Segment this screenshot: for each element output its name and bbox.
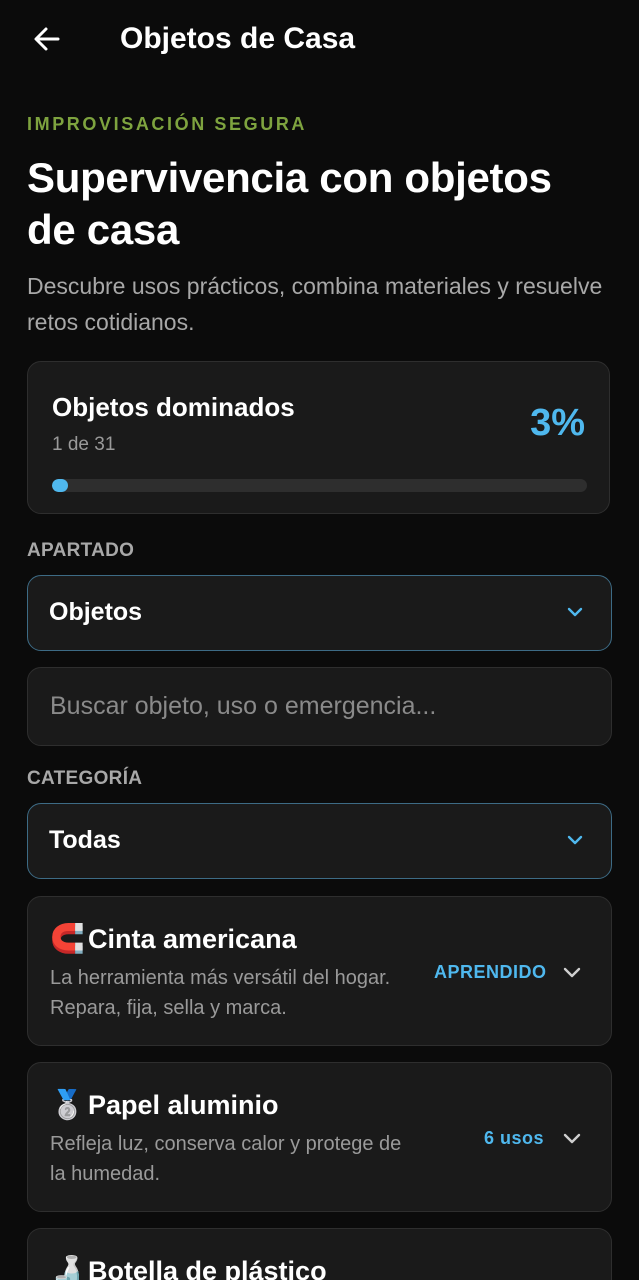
list-item[interactable]: 🥈 Papel aluminio Refleja luz, conserva c… — [27, 1062, 612, 1212]
arrow-left-icon — [34, 27, 60, 51]
uses-badge: 6 usos — [484, 1128, 545, 1148]
section-select-value: Objetos — [49, 598, 143, 626]
back-button[interactable] — [26, 18, 68, 60]
chevron-down-icon[interactable] — [561, 1127, 583, 1149]
chevron-down-icon[interactable] — [561, 961, 583, 983]
silver-medal-icon: 🥈 — [50, 1089, 85, 1120]
category-select-value: Todas — [49, 826, 121, 854]
section-select[interactable]: Objetos — [27, 575, 612, 651]
progress-percent: 3% — [530, 402, 585, 444]
app-screen: Objetos de Casa IMPROVISACIÓN SEGURA Sup… — [0, 0, 639, 1280]
eyebrow-label: IMPROVISACIÓN SEGURA — [27, 114, 308, 134]
category-select[interactable]: Todas — [27, 803, 612, 879]
progress-bar-fill — [52, 479, 69, 492]
bottle-icon: 🍶 — [50, 1255, 85, 1280]
chevron-down-icon — [567, 835, 583, 845]
section-label: APARTADO — [27, 540, 135, 561]
list-item-title: Papel aluminio — [88, 1090, 279, 1120]
list-item[interactable]: 🍶 Botella de plástico — [27, 1228, 612, 1280]
category-label: CATEGORÍA — [27, 768, 143, 789]
status-badge: APRENDIDO — [434, 962, 547, 982]
search-input[interactable] — [50, 668, 590, 745]
progress-bar — [52, 479, 587, 492]
progress-count: 1 de 31 — [52, 434, 116, 455]
list-item-header: 🍶 Botella de plástico — [50, 1255, 327, 1280]
progress-title: Objetos dominados — [52, 392, 295, 422]
top-bar: Objetos de Casa — [0, 0, 639, 80]
list-item-title: Cinta americana — [88, 924, 297, 954]
hero-subtitle: Descubre usos prácticos, combina materia… — [27, 273, 603, 335]
list-item-description: Refleja luz, conserva calor y protege de… — [50, 1133, 402, 1185]
list-item-description: La herramienta más versátil del hogar. R… — [50, 967, 391, 1019]
chevron-down-icon — [567, 607, 583, 617]
search-box[interactable] — [27, 667, 612, 746]
list-item-header: 🧲 Cinta americana — [50, 923, 297, 955]
page-title: Objetos de Casa — [120, 22, 356, 55]
list-item[interactable]: 🧲 Cinta americana La herramienta más ver… — [27, 896, 612, 1046]
magnet-icon: 🧲 — [50, 923, 85, 954]
progress-card: Objetos dominados 1 de 31 3% — [27, 361, 610, 514]
list-item-title: Botella de plástico — [88, 1256, 327, 1280]
hero-title: Supervivencia con objetos de casa — [27, 154, 552, 253]
list-item-header: 🥈 Papel aluminio — [50, 1089, 279, 1121]
